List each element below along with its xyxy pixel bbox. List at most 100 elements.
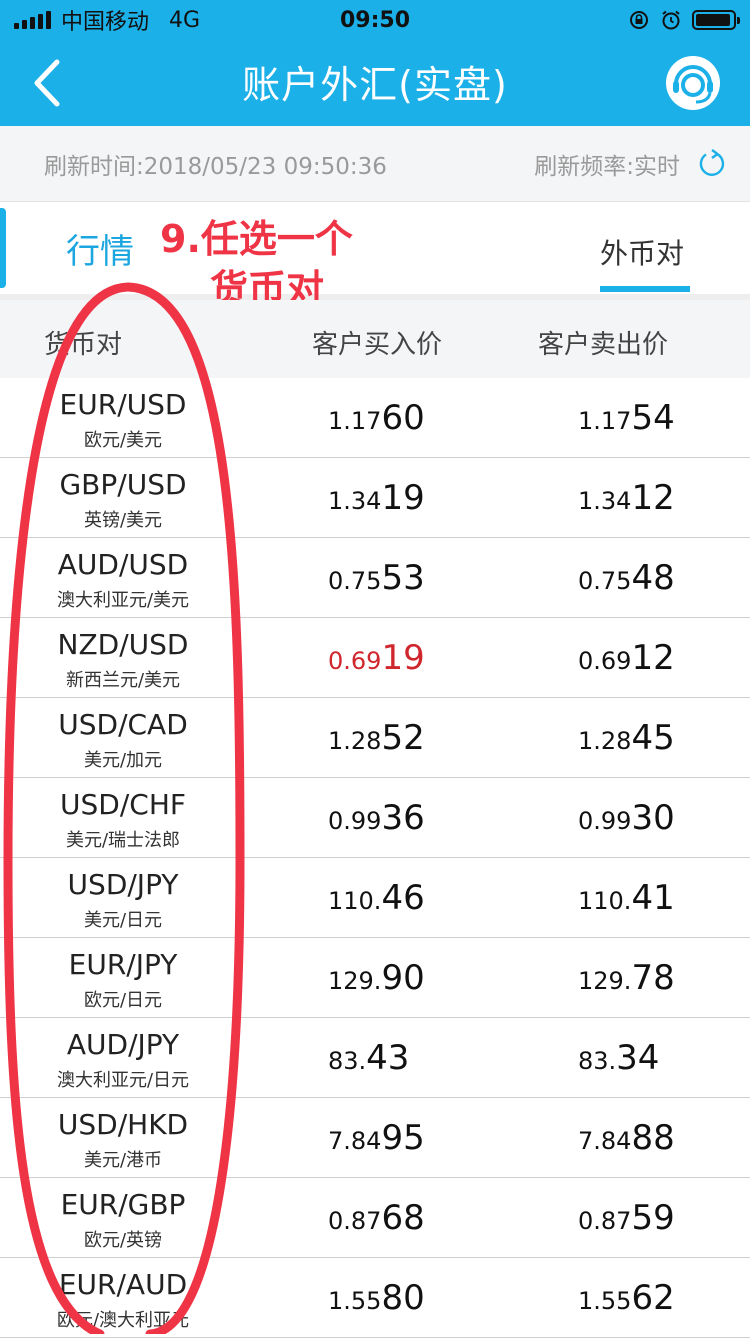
buy-price-pips: 36 (381, 798, 425, 838)
signal-strength-icon (14, 11, 51, 29)
refresh-icon[interactable] (696, 148, 728, 180)
buy-price-prefix: 0.75 (328, 567, 382, 595)
buy-price-pips: 19 (381, 478, 425, 518)
pair-code: EUR/JPY (68, 948, 178, 981)
buy-price-prefix: 1.55 (328, 1287, 382, 1315)
tab-market[interactable]: 行情 (66, 224, 134, 273)
buy-price-prefix: 110. (328, 887, 382, 915)
orientation-lock-icon (630, 11, 648, 29)
sell-price: 0.9930 (578, 798, 675, 838)
buy-price: 0.8768 (328, 1198, 425, 1238)
currency-pair-list: EUR/USD 欧元/美元 1.1760 1.1754 GBP/USD 英镑/美元 1.34… (0, 378, 750, 1338)
sell-price-prefix: 1.28 (578, 727, 632, 755)
buy-price-pips: 46 (381, 878, 425, 918)
customer-service-icon (666, 56, 720, 110)
sell-price: 83.34 (578, 1038, 659, 1078)
table-row[interactable]: EUR/USD 欧元/美元 1.1760 1.1754 (0, 378, 750, 458)
buy-price: 1.3419 (328, 478, 425, 518)
table-row[interactable]: USD/CHF 美元/瑞士法郎 0.9936 0.9930 (0, 778, 750, 858)
sell-price-pips: 88 (631, 1118, 675, 1158)
sell-price-pips: 30 (631, 798, 675, 838)
tabs-row: 行情 外币对 (0, 202, 750, 300)
sell-price-pips: 12 (631, 638, 675, 678)
buy-price-prefix: 83. (328, 1047, 367, 1075)
buy-price: 110.46 (328, 878, 425, 918)
sell-price-pips: 78 (631, 958, 675, 998)
pair-name: 欧元/美元 (83, 430, 163, 451)
buy-price-prefix: 129. (328, 967, 382, 995)
pair-name: 欧元/日元 (83, 990, 163, 1011)
buy-price-pips: 52 (381, 718, 425, 758)
buy-price-pips: 19 (381, 638, 425, 678)
sell-price-prefix: 1.17 (578, 407, 632, 435)
sell-price-pips: 48 (631, 558, 675, 598)
sell-price: 1.5562 (578, 1278, 675, 1318)
sell-price-prefix: 129. (578, 967, 632, 995)
table-row[interactable]: AUD/JPY 澳大利亚元/日元 83.43 83.34 (0, 1018, 750, 1098)
buy-price: 1.5580 (328, 1278, 425, 1318)
pair-code: USD/CAD (58, 708, 188, 741)
buy-price-pips: 90 (381, 958, 425, 998)
buy-price-pips: 68 (381, 1198, 425, 1238)
sell-price-prefix: 7.84 (578, 1127, 632, 1155)
pair-name: 澳大利亚元/日元 (56, 1070, 190, 1091)
status-right (628, 9, 740, 31)
tab-currency-pairs[interactable]: 外币对 (600, 232, 684, 272)
customer-service-button[interactable] (664, 54, 722, 112)
refresh-rate-label: 刷新频率:实时 (534, 153, 680, 180)
pair-name: 美元/加元 (83, 750, 163, 771)
sell-price-prefix: 0.99 (578, 807, 632, 835)
sell-price-prefix: 0.87 (578, 1207, 632, 1235)
carrier-name: 中国移动 (61, 10, 150, 35)
table-row[interactable]: EUR/JPY 欧元/日元 129.90 129.78 (0, 938, 750, 1018)
pair-name: 新西兰元/美元 (65, 670, 181, 691)
table-row[interactable]: NZD/USD 新西兰元/美元 0.6919 0.6912 (0, 618, 750, 698)
table-row[interactable]: USD/HKD 美元/港币 7.8495 7.8488 (0, 1098, 750, 1178)
buy-price: 129.90 (328, 958, 425, 998)
sell-price-prefix: 0.75 (578, 567, 632, 595)
pair-name: 美元/日元 (83, 910, 163, 931)
alarm-clock-icon (662, 10, 680, 30)
buy-price-pips: 95 (381, 1118, 425, 1158)
pair-name: 欧元/澳大利亚元 (56, 1310, 190, 1331)
buy-price: 0.9936 (328, 798, 425, 838)
table-row[interactable]: AUD/USD 澳大利亚元/美元 0.7553 0.7548 (0, 538, 750, 618)
table-row[interactable]: USD/CAD 美元/加元 1.2852 1.2845 (0, 698, 750, 778)
sell-price-pips: 59 (631, 1198, 675, 1238)
status-left: 中国移动 4G (14, 4, 200, 36)
header-sell-price: 客户卖出价 (538, 330, 669, 360)
buy-price-pips: 80 (381, 1278, 425, 1318)
sell-price-prefix: 110. (578, 887, 632, 915)
annotation-line-1: 9.任选一个 (160, 217, 353, 261)
refresh-info-row: 刷新时间:2018/05/23 09:50:36 刷新频率:实时 (0, 126, 750, 202)
pair-code: GBP/USD (59, 468, 187, 501)
buy-price-prefix: 1.28 (328, 727, 382, 755)
buy-price: 1.1760 (328, 398, 425, 438)
buy-price-pips: 60 (381, 398, 425, 438)
sell-price: 7.8488 (578, 1118, 675, 1158)
buy-price: 0.7553 (328, 558, 425, 598)
pair-code: EUR/AUD (58, 1268, 188, 1301)
buy-price: 7.8495 (328, 1118, 425, 1158)
sell-price: 0.8759 (578, 1198, 675, 1238)
tab-side-handle (0, 208, 6, 288)
buy-price-pips: 43 (366, 1038, 410, 1078)
network-type: 4G (169, 7, 201, 33)
tab-active-underline (600, 286, 690, 292)
table-row[interactable]: EUR/AUD 欧元/澳大利亚元 1.5580 1.5562 (0, 1258, 750, 1338)
table-row[interactable]: USD/JPY 美元/日元 110.46 110.41 (0, 858, 750, 938)
sell-price: 129.78 (578, 958, 675, 998)
sell-price-prefix: 83. (578, 1047, 617, 1075)
buy-price-prefix: 7.84 (328, 1127, 382, 1155)
table-row[interactable]: GBP/USD 英镑/美元 1.3419 1.3412 (0, 458, 750, 538)
sell-price-pips: 34 (616, 1038, 660, 1078)
sell-price: 1.1754 (578, 398, 675, 438)
buy-price-prefix: 0.99 (328, 807, 382, 835)
pair-name: 美元/瑞士法郎 (65, 830, 181, 851)
pair-name: 英镑/美元 (83, 510, 163, 531)
nav-bar: 账户外汇(实盘) (0, 40, 750, 126)
buy-price-prefix: 1.34 (328, 487, 382, 515)
sell-price: 1.3412 (578, 478, 675, 518)
table-row[interactable]: EUR/GBP 欧元/英镑 0.8768 0.8759 (0, 1178, 750, 1258)
pair-code: USD/HKD (57, 1108, 189, 1141)
